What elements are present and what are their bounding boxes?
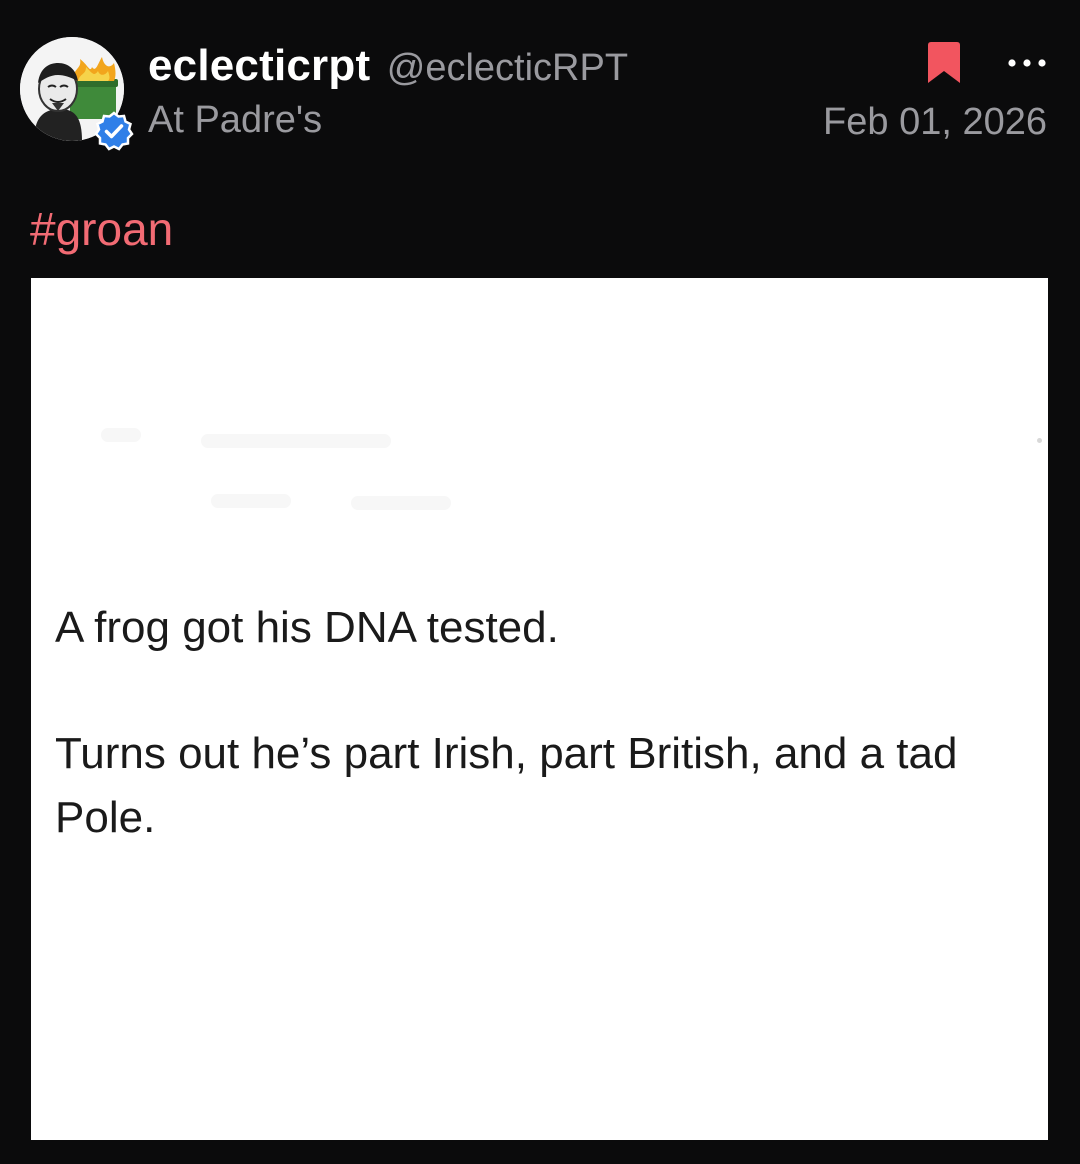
post-date: Feb 01, 2026 — [823, 101, 1047, 143]
faded-tweet-header — [101, 418, 521, 518]
bookmark-icon[interactable] — [926, 41, 962, 85]
post-card: eclecticrpt @eclecticRPT At Padre's Feb … — [0, 0, 1080, 1164]
username[interactable]: @eclecticRPT — [387, 47, 628, 89]
image-text-line-1: A frog got his DNA tested. — [55, 603, 559, 652]
post-image[interactable]: A frog got his DNA tested. Turns out he’… — [31, 278, 1048, 1140]
verified-badge-icon — [94, 111, 134, 151]
post-location: At Padre's — [148, 99, 323, 141]
author-avatar[interactable] — [20, 37, 134, 151]
image-text-line-2: Turns out he’s part Irish, part British,… — [55, 729, 958, 842]
display-name[interactable]: eclecticrpt — [148, 41, 370, 90]
faded-dot — [1037, 438, 1042, 443]
image-text: A frog got his DNA tested. Turns out he’… — [55, 596, 1040, 850]
more-options-icon[interactable] — [1004, 48, 1050, 78]
hashtag-link[interactable]: #groan — [30, 200, 173, 258]
author-names[interactable]: eclecticrpt @eclecticRPT — [148, 38, 628, 104]
